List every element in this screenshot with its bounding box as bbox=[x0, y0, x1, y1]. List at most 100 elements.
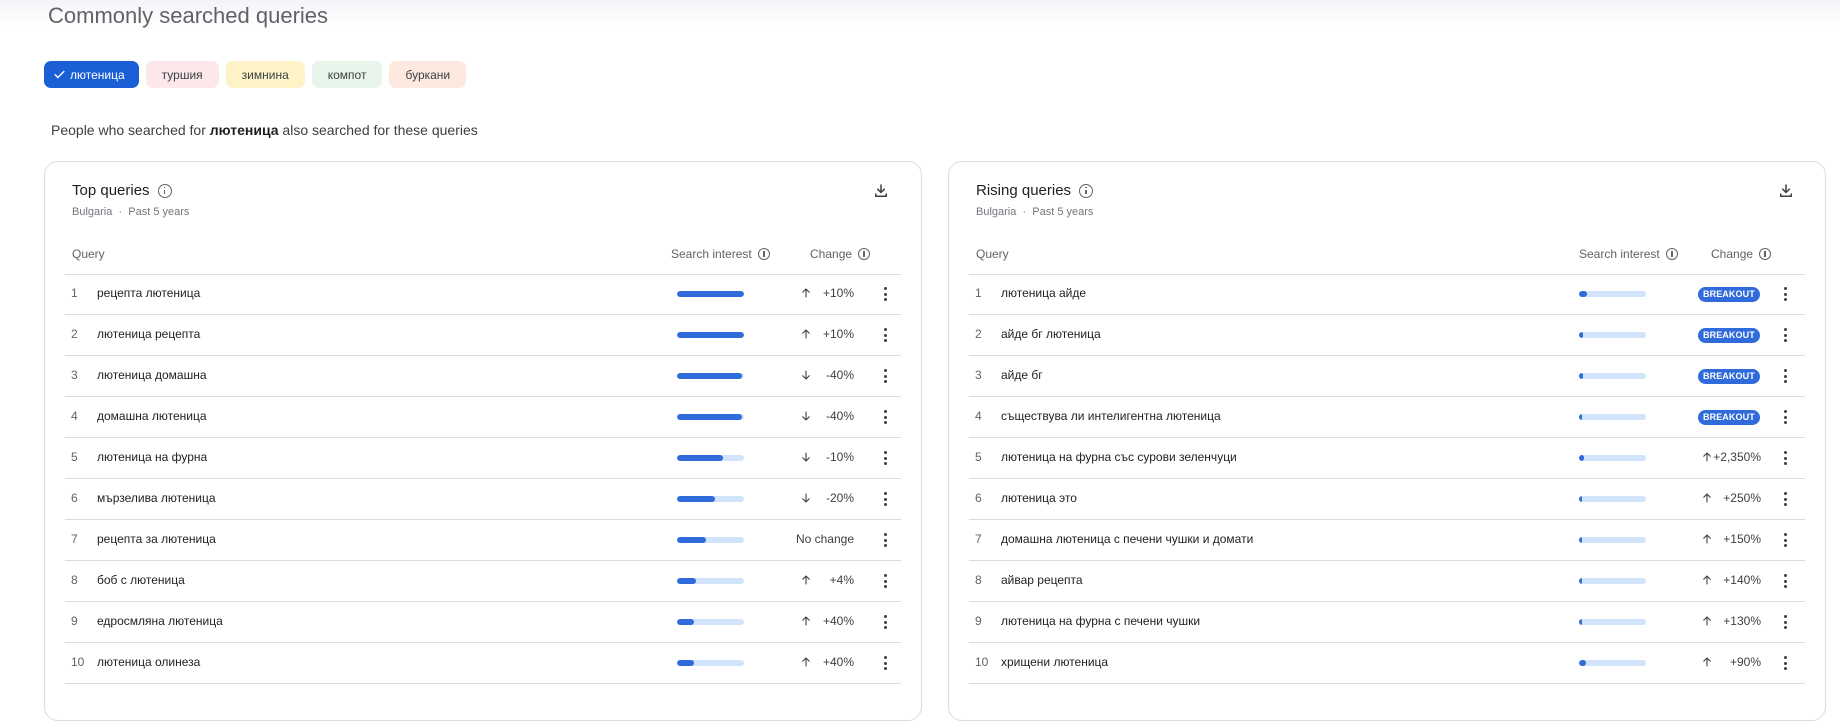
table-row[interactable]: 5 лютеница на фурна -10% bbox=[65, 438, 901, 479]
dot bbox=[1783, 533, 1787, 536]
more-vert-icon[interactable] bbox=[877, 409, 893, 425]
dot bbox=[883, 544, 887, 547]
table-row[interactable]: 7 рецепта за лютеница No change bbox=[65, 520, 901, 561]
table-row[interactable]: 2 айде бг лютеница BREAKOUT bbox=[969, 315, 1805, 356]
row-rank: 7 bbox=[71, 532, 78, 546]
row-rank: 5 bbox=[71, 450, 78, 464]
dot bbox=[883, 339, 887, 342]
more-vert-icon[interactable] bbox=[1777, 409, 1793, 425]
search-interest-bar bbox=[677, 619, 744, 625]
dot bbox=[1783, 492, 1787, 495]
table-row[interactable]: 6 лютеница это +250% bbox=[969, 479, 1805, 520]
table-row[interactable]: 8 айвар рецепта +140% bbox=[969, 561, 1805, 602]
chip-буркани[interactable]: буркани bbox=[389, 61, 467, 88]
search-interest-bar bbox=[1579, 537, 1646, 543]
page-title: Commonly searched queries bbox=[48, 3, 329, 28]
dot bbox=[1783, 661, 1787, 665]
more-vert-icon[interactable] bbox=[877, 491, 893, 507]
table-row[interactable]: 1 рецепта лютеница +10% bbox=[65, 274, 901, 315]
row-query: айде бг лютеница bbox=[1001, 327, 1101, 341]
table-row[interactable]: 10 хрищени лютеница +90% bbox=[969, 643, 1805, 684]
row-change: +150% bbox=[1723, 532, 1761, 546]
info-icon[interactable] bbox=[757, 248, 770, 260]
more-vert-icon[interactable] bbox=[877, 368, 893, 384]
more-vert-icon[interactable] bbox=[877, 327, 893, 343]
dot bbox=[883, 661, 887, 665]
row-rank: 8 bbox=[975, 573, 982, 587]
search-interest-fill bbox=[1579, 455, 1584, 461]
top-queries-card: Top queries Bulgaria · Past 5 years Quer… bbox=[44, 161, 922, 721]
more-vert-icon[interactable] bbox=[1777, 286, 1793, 302]
search-interest-bar bbox=[677, 537, 744, 543]
download-icon[interactable] bbox=[1777, 182, 1795, 200]
dot bbox=[883, 462, 887, 465]
more-vert-icon[interactable] bbox=[1777, 655, 1793, 671]
breakout-badge: BREAKOUT bbox=[1698, 328, 1760, 343]
table-row[interactable]: 2 лютеница рецепта +10% bbox=[65, 315, 901, 356]
download-icon[interactable] bbox=[872, 182, 890, 200]
info-icon[interactable] bbox=[157, 183, 172, 198]
more-vert-icon[interactable] bbox=[1777, 532, 1793, 548]
more-vert-icon[interactable] bbox=[1777, 327, 1793, 343]
table-row[interactable]: 9 лютеница на фурна с печени чушки +130% bbox=[969, 602, 1805, 643]
search-interest-bar bbox=[1579, 660, 1646, 666]
chip-компот[interactable]: компот bbox=[311, 61, 383, 88]
more-vert-icon[interactable] bbox=[1777, 450, 1793, 466]
search-interest-fill bbox=[677, 619, 694, 625]
table-row[interactable]: 4 съществува ли интелигентна лютеница BREA… bbox=[969, 397, 1805, 438]
table-row[interactable]: 3 айде бг BREAKOUT bbox=[969, 356, 1805, 397]
table-row[interactable]: 5 лютеница на фурна със сурови зеленчуци +… bbox=[969, 438, 1805, 479]
more-vert-icon[interactable] bbox=[877, 286, 893, 302]
info-icon[interactable] bbox=[858, 248, 871, 260]
row-change: No change bbox=[795, 532, 854, 546]
info-icon[interactable] bbox=[1079, 183, 1094, 198]
more-vert-icon[interactable] bbox=[1777, 491, 1793, 507]
search-interest-bar bbox=[1579, 373, 1646, 379]
more-vert-icon[interactable] bbox=[877, 573, 893, 589]
more-vert-icon[interactable] bbox=[1777, 368, 1793, 384]
search-interest-fill bbox=[677, 537, 706, 543]
arrow-up-icon bbox=[802, 575, 810, 585]
arrow-up-icon bbox=[1703, 616, 1711, 626]
chip-зимнина[interactable]: зимнина bbox=[225, 61, 305, 88]
dot bbox=[1783, 544, 1787, 547]
table-row[interactable]: 10 лютеница олинеза +40% bbox=[65, 643, 901, 684]
row-change: +40% bbox=[822, 655, 854, 669]
chip-лютеница[interactable]: лютеница bbox=[44, 61, 139, 88]
more-vert-icon[interactable] bbox=[877, 655, 893, 671]
column-change: Change bbox=[1711, 247, 1772, 261]
dot bbox=[1783, 503, 1787, 506]
more-vert-icon[interactable] bbox=[1777, 614, 1793, 630]
table-rows: 1 рецепта лютеница +10% 2 лютеница рецепта +1… bbox=[65, 274, 901, 684]
row-query: лютеница домашна bbox=[97, 368, 207, 382]
table-row[interactable]: 7 домашна лютеница с печени чушки и домат… bbox=[969, 520, 1805, 561]
row-change: +40% bbox=[822, 614, 854, 628]
chip-туршия[interactable]: туршия bbox=[145, 61, 219, 88]
row-query: съществува ли интелигентна лютеница bbox=[1001, 409, 1221, 423]
breakout-badge: BREAKOUT bbox=[1698, 410, 1760, 425]
info-icon[interactable] bbox=[1759, 248, 1772, 260]
row-rank: 3 bbox=[975, 368, 982, 382]
search-interest-fill bbox=[677, 332, 744, 338]
column-change: Change bbox=[810, 247, 871, 261]
row-query: хрищени лютеница bbox=[1001, 655, 1109, 669]
table-row[interactable]: 8 боб с лютеница +4% bbox=[65, 561, 901, 602]
search-interest-fill bbox=[1579, 578, 1582, 584]
table-row[interactable]: 6 мързелива лютеница -20% bbox=[65, 479, 901, 520]
table-row[interactable]: 4 домашна лютеница -40% bbox=[65, 397, 901, 438]
more-vert-icon[interactable] bbox=[877, 532, 893, 548]
row-change: +4% bbox=[829, 573, 854, 587]
dot bbox=[1783, 451, 1787, 454]
row-query: домашна лютеница bbox=[97, 409, 207, 423]
search-interest-fill bbox=[1579, 414, 1582, 420]
table-row[interactable]: 1 лютеница айде BREAKOUT bbox=[969, 274, 1805, 315]
more-vert-icon[interactable] bbox=[877, 450, 893, 466]
search-interest-bar bbox=[677, 414, 744, 420]
search-interest-fill bbox=[1579, 291, 1588, 297]
table-row[interactable]: 3 лютеница домашна -40% bbox=[65, 356, 901, 397]
info-icon[interactable] bbox=[1665, 248, 1678, 260]
more-vert-icon[interactable] bbox=[1777, 573, 1793, 589]
more-vert-icon[interactable] bbox=[877, 614, 893, 630]
table-row[interactable]: 9 едросмляна лютеница +40% bbox=[65, 602, 901, 643]
dot bbox=[883, 497, 887, 501]
